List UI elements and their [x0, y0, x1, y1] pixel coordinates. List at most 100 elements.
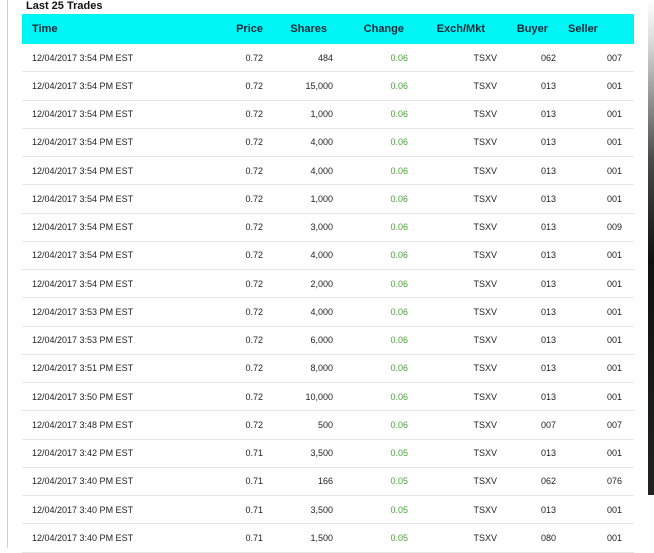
cell-price: 0.71 — [245, 448, 263, 459]
cell-change: 0.06 — [390, 222, 408, 233]
cell-buyer: 013 — [540, 363, 556, 374]
cell-price: 0.72 — [245, 306, 263, 317]
cell-exchange: TSXV — [473, 419, 497, 430]
cell-time: 12/04/2017 3:54 PM EST — [32, 250, 134, 261]
cell-seller: 001 — [606, 335, 622, 346]
table-header: Time Price Shares Change Exch/Mkt Buyer … — [22, 14, 634, 44]
cell-seller: 001 — [606, 109, 622, 120]
cell-seller: 001 — [606, 250, 622, 261]
cell-price: 0.72 — [245, 222, 263, 233]
cell-buyer: 062 — [540, 476, 556, 487]
table-row: 12/04/2017 3:42 PM EST 0.71 3,500 0.05 TSXV 0… — [22, 440, 634, 468]
table-row: 12/04/2017 3:40 PM EST 0.71 3,500 0.05 TSXV 0… — [22, 496, 634, 525]
table-row: 12/04/2017 3:54 PM EST 0.72 4,000 0.06 TSXV 0… — [22, 157, 634, 186]
cell-change: 0.06 — [390, 109, 408, 120]
cell-time: 12/04/2017 3:54 PM EST — [32, 193, 134, 204]
cell-price: 0.72 — [245, 80, 263, 91]
cell-time: 12/04/2017 3:40 PM EST — [32, 532, 134, 543]
column-header-time[interactable]: Time — [22, 23, 198, 35]
table-row: 12/04/2017 3:40 PM EST 0.71 166 0.05 TSXV 062… — [22, 468, 634, 496]
cell-change: 0.06 — [390, 419, 408, 430]
cell-exchange: TSXV — [473, 109, 497, 120]
cell-seller: 007 — [606, 52, 622, 63]
cell-buyer: 013 — [540, 250, 556, 261]
column-header-change[interactable]: Change — [333, 23, 408, 35]
cell-time: 12/04/2017 3:54 PM EST — [32, 137, 134, 148]
cell-shares: 1,000 — [310, 109, 333, 120]
cell-exchange: TSXV — [473, 137, 497, 148]
cell-exchange: TSXV — [473, 448, 497, 459]
cell-time: 12/04/2017 3:42 PM EST — [32, 448, 134, 459]
column-header-buyer[interactable]: Buyer — [497, 23, 556, 35]
table-row: 12/04/2017 3:53 PM EST 0.72 4,000 0.06 TSXV 0… — [22, 298, 634, 327]
cell-shares: 6,000 — [310, 335, 333, 346]
cell-buyer: 062 — [540, 52, 556, 63]
cell-exchange: TSXV — [473, 532, 497, 543]
cell-seller: 076 — [606, 476, 622, 487]
cell-time: 12/04/2017 3:48 PM EST — [32, 419, 134, 430]
cell-exchange: TSXV — [473, 278, 497, 289]
cell-price: 0.72 — [245, 250, 263, 261]
cell-seller: 001 — [606, 137, 622, 148]
cell-buyer: 013 — [540, 504, 556, 515]
trades-panel: Last 25 Trades Time Price Shares Change … — [22, 0, 634, 553]
cell-shares: 500 — [317, 419, 333, 430]
cell-shares: 166 — [317, 476, 333, 487]
cell-seller: 007 — [606, 419, 622, 430]
column-header-seller[interactable]: Seller — [556, 23, 626, 35]
table-row: 12/04/2017 3:54 PM EST 0.72 1,000 0.06 TSXV 0… — [22, 101, 634, 129]
table-row: 12/04/2017 3:54 PM EST 0.72 2,000 0.06 TSXV 0… — [22, 270, 634, 299]
cell-exchange: TSXV — [473, 391, 497, 402]
cell-buyer: 013 — [540, 335, 556, 346]
cell-time: 12/04/2017 3:50 PM EST — [32, 391, 134, 402]
table-row: 12/04/2017 3:54 PM EST 0.72 3,000 0.06 TSXV 0… — [22, 214, 634, 242]
cell-change: 0.05 — [390, 532, 408, 543]
cell-price: 0.72 — [245, 137, 263, 148]
cell-seller: 001 — [606, 504, 622, 515]
cell-price: 0.72 — [245, 391, 263, 402]
cell-price: 0.71 — [245, 476, 263, 487]
cell-time: 12/04/2017 3:54 PM EST — [32, 80, 134, 91]
cell-shares: 15,000 — [305, 80, 333, 91]
cell-change: 0.06 — [390, 165, 408, 176]
cell-change: 0.05 — [390, 504, 408, 515]
cell-shares: 1,000 — [310, 193, 333, 204]
table-row: 12/04/2017 3:53 PM EST 0.72 6,000 0.06 TSXV 0… — [22, 327, 634, 355]
table-row: 12/04/2017 3:51 PM EST 0.72 8,000 0.06 TSXV 0… — [22, 355, 634, 383]
cell-shares: 4,000 — [310, 137, 333, 148]
cell-buyer: 013 — [540, 109, 556, 120]
cell-exchange: TSXV — [473, 363, 497, 374]
cell-exchange: TSXV — [473, 306, 497, 317]
column-header-shares[interactable]: Shares — [263, 23, 333, 35]
cell-seller: 001 — [606, 532, 622, 543]
cell-exchange: TSXV — [473, 476, 497, 487]
table-row: 12/04/2017 3:48 PM EST 0.72 500 0.06 TSXV 007… — [22, 411, 634, 440]
cell-change: 0.06 — [390, 52, 408, 63]
cell-change: 0.06 — [390, 363, 408, 374]
cell-price: 0.71 — [245, 504, 263, 515]
cell-exchange: TSXV — [473, 504, 497, 515]
cell-buyer: 007 — [540, 419, 556, 430]
cell-buyer: 013 — [540, 448, 556, 459]
cell-change: 0.06 — [390, 306, 408, 317]
column-header-exchange[interactable]: Exch/Mkt — [408, 23, 497, 35]
cell-seller: 001 — [606, 391, 622, 402]
cell-price: 0.72 — [245, 52, 263, 63]
cell-exchange: TSXV — [473, 80, 497, 91]
cell-shares: 1,500 — [310, 532, 333, 543]
left-border — [7, 0, 8, 548]
cell-buyer: 013 — [540, 278, 556, 289]
cell-change: 0.06 — [390, 335, 408, 346]
cell-shares: 4,000 — [310, 250, 333, 261]
cell-change: 0.05 — [390, 476, 408, 487]
cell-buyer: 013 — [540, 193, 556, 204]
cell-exchange: TSXV — [473, 193, 497, 204]
column-header-price[interactable]: Price — [198, 23, 263, 35]
cell-change: 0.05 — [390, 448, 408, 459]
cell-price: 0.72 — [245, 419, 263, 430]
panel-title: Last 25 Trades — [26, 0, 103, 12]
cell-change: 0.06 — [390, 250, 408, 261]
table-row: 12/04/2017 3:54 PM EST 0.72 1,000 0.06 TSXV 0… — [22, 185, 634, 214]
table-row: 12/04/2017 3:54 PM EST 0.72 4,000 0.06 TSXV 0… — [22, 242, 634, 270]
cell-price: 0.71 — [245, 532, 263, 543]
